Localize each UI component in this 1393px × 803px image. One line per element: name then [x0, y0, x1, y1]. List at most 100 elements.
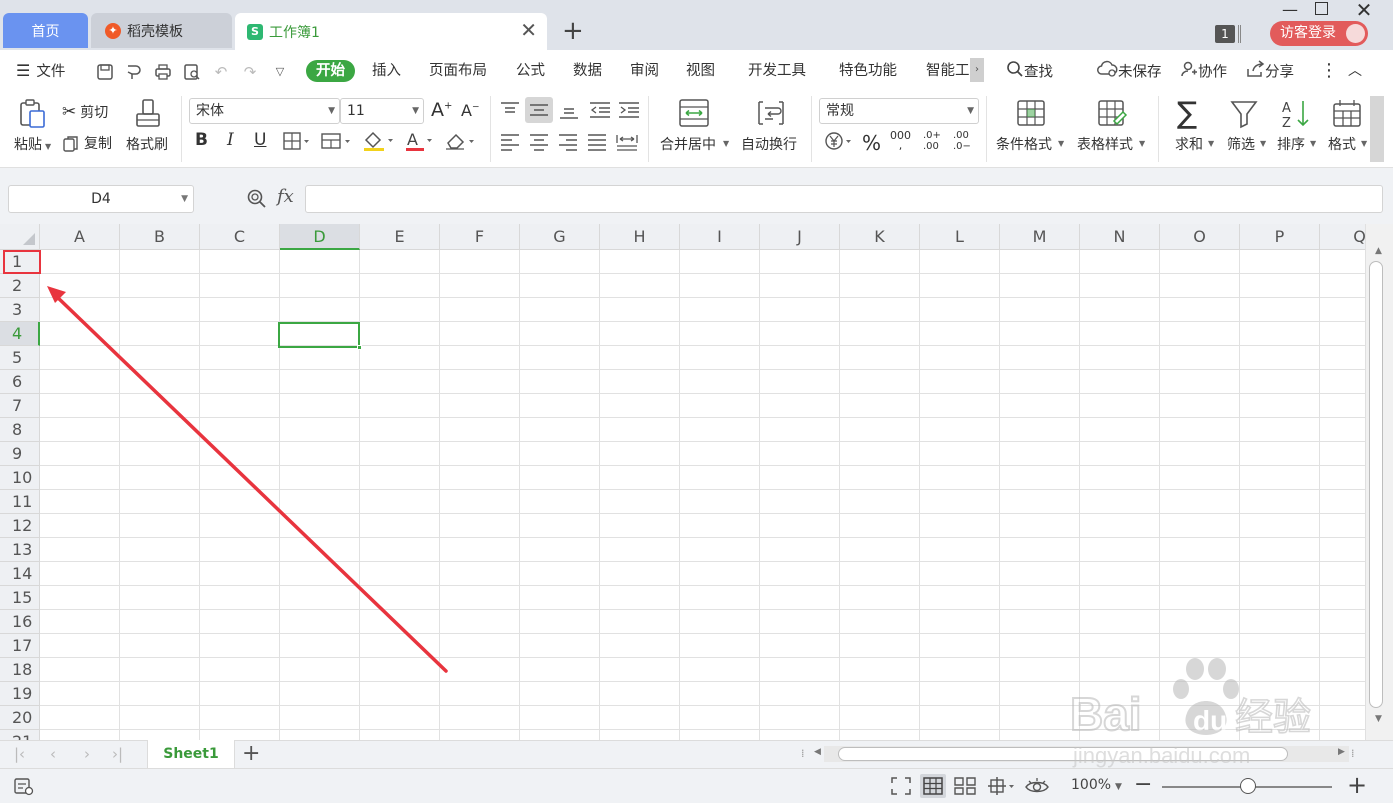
menu-smart-tools[interactable]: 智能工: [926, 60, 970, 82]
percent-format-icon[interactable]: %: [862, 131, 881, 155]
zoom-search-icon[interactable]: [246, 188, 268, 210]
insert-function-icon[interactable]: fx: [277, 186, 294, 207]
menu-formulas[interactable]: 公式: [516, 60, 545, 82]
italic-icon[interactable]: I: [227, 130, 234, 150]
prev-sheet-icon[interactable]: ‹: [50, 745, 56, 763]
decrease-decimal-icon[interactable]: .00.0−: [953, 130, 971, 152]
redo-icon[interactable]: ↷: [240, 62, 260, 82]
zoom-out-icon[interactable]: −: [1134, 772, 1152, 797]
formula-input[interactable]: [305, 185, 1383, 213]
menu-scroll-right-icon[interactable]: ›: [970, 58, 984, 82]
window-count-badge[interactable]: 1: [1215, 25, 1235, 43]
table-style-button[interactable]: 表格样式: [1077, 98, 1133, 154]
menu-view[interactable]: 视图: [686, 60, 715, 82]
decrease-font-icon[interactable]: A−: [461, 101, 480, 120]
scroll-down-icon[interactable]: ▼: [1375, 714, 1382, 724]
name-box[interactable]: D4 ▼: [8, 185, 194, 213]
sum-dropdown-icon[interactable]: ▼: [1208, 139, 1214, 148]
increase-decimal-icon[interactable]: .0+ .00: [923, 130, 941, 152]
font-color-icon[interactable]: A: [404, 130, 436, 152]
sheet-tab-sheet1[interactable]: Sheet1: [147, 740, 235, 768]
first-sheet-icon[interactable]: |‹: [14, 745, 25, 763]
search-menu[interactable]: 查找: [1006, 60, 1053, 82]
scroll-split-icon[interactable]: ⁞: [801, 747, 805, 760]
collaborate-button[interactable]: 协作: [1180, 60, 1227, 82]
align-bottom-icon[interactable]: [558, 100, 580, 120]
sum-button[interactable]: ∑ 求和: [1175, 98, 1203, 154]
vertical-scrollbar[interactable]: ▲ ▼: [1365, 224, 1393, 740]
paste-button[interactable]: 粘贴: [14, 98, 48, 154]
menu-data[interactable]: 数据: [573, 60, 602, 82]
merge-center-button[interactable]: 合并居中: [660, 98, 716, 154]
conditional-format-button[interactable]: 条件格式: [996, 98, 1052, 154]
vertical-scroll-thumb[interactable]: [1369, 261, 1383, 708]
scroll-split-icon[interactable]: ⁞: [1351, 747, 1355, 760]
menu-start[interactable]: 开始: [306, 60, 355, 82]
distributed-align-icon[interactable]: [615, 133, 639, 151]
save-icon[interactable]: [95, 62, 115, 82]
close-tab-icon[interactable]: ✕: [520, 20, 537, 40]
collapse-ribbon-icon[interactable]: ︿: [1348, 60, 1362, 82]
menu-developer[interactable]: 开发工具: [748, 60, 806, 82]
align-middle-icon[interactable]: [525, 97, 553, 123]
align-center-icon[interactable]: [528, 133, 550, 151]
format-painter-button[interactable]: 格式刷: [126, 98, 168, 154]
file-menu[interactable]: ☰ 文件: [16, 60, 65, 82]
menu-special-features[interactable]: 特色功能: [839, 60, 897, 82]
menu-page-layout[interactable]: 页面布局: [429, 60, 487, 82]
page-break-view-icon[interactable]: [953, 776, 979, 800]
scroll-left-icon[interactable]: ◀: [814, 747, 821, 757]
currency-format-icon[interactable]: [824, 131, 856, 151]
underline-icon[interactable]: U: [254, 130, 266, 150]
increase-indent-icon[interactable]: [617, 100, 641, 120]
macro-record-icon[interactable]: [13, 776, 35, 800]
more-options-icon[interactable]: ⋮: [1320, 60, 1338, 82]
conditional-format-dropdown-icon[interactable]: ▼: [1058, 139, 1064, 148]
unsaved-status[interactable]: 未保存: [1096, 60, 1162, 82]
filter-button[interactable]: 筛选: [1227, 98, 1259, 154]
zoom-percentage[interactable]: 100% ▼: [1071, 777, 1122, 793]
next-sheet-icon[interactable]: ›: [84, 745, 90, 763]
scroll-up-icon[interactable]: ▲: [1375, 246, 1382, 256]
merge-dropdown-icon[interactable]: ▼: [723, 139, 729, 148]
ribbon-scroll-right[interactable]: [1370, 96, 1384, 162]
increase-font-icon[interactable]: A+: [431, 99, 452, 121]
align-left-icon[interactable]: [499, 133, 521, 151]
normal-view-icon[interactable]: [920, 774, 946, 798]
copy-button[interactable]: 复制: [62, 133, 112, 153]
filter-dropdown-icon[interactable]: ▼: [1260, 139, 1266, 148]
guest-login-button[interactable]: 访客登录: [1270, 21, 1368, 46]
zoom-in-icon[interactable]: +: [1347, 771, 1367, 799]
sort-button[interactable]: AZ 排序: [1277, 98, 1311, 154]
window-list-icon[interactable]: [1238, 25, 1241, 43]
new-tab-button[interactable]: +: [562, 16, 584, 46]
tab-home[interactable]: 首页: [3, 13, 88, 48]
font-size-select[interactable]: 11 ▼: [340, 98, 424, 124]
menu-review[interactable]: 审阅: [630, 60, 659, 82]
format-convert-icon[interactable]: [124, 62, 144, 82]
paste-dropdown-icon[interactable]: ▼: [45, 142, 51, 151]
thousands-separator-icon[interactable]: 000,: [890, 130, 911, 151]
fill-style-icon[interactable]: [321, 132, 353, 150]
wrap-text-button[interactable]: 自动换行: [741, 98, 797, 154]
borders-icon[interactable]: [283, 132, 311, 150]
fill-color-icon[interactable]: [362, 130, 396, 152]
add-sheet-button[interactable]: +: [242, 741, 260, 767]
format-button[interactable]: 格式: [1328, 98, 1362, 154]
table-style-dropdown-icon[interactable]: ▼: [1139, 139, 1145, 148]
justify-icon[interactable]: [586, 133, 608, 151]
cut-button[interactable]: ✂ 剪切: [62, 102, 108, 122]
menu-insert[interactable]: 插入: [372, 60, 401, 82]
tab-docer-templates[interactable]: ✦ 稻壳模板: [91, 13, 232, 48]
clear-format-icon[interactable]: [444, 132, 478, 150]
print-icon[interactable]: [153, 62, 173, 82]
horizontal-scroll-thumb[interactable]: [838, 747, 1288, 761]
eye-protection-icon[interactable]: [1024, 776, 1050, 800]
font-name-select[interactable]: 宋体 ▼: [189, 98, 340, 124]
undo-icon[interactable]: ↶: [211, 62, 231, 82]
decrease-indent-icon[interactable]: [588, 100, 612, 120]
number-format-select[interactable]: 常规 ▼: [819, 98, 979, 124]
share-button[interactable]: 分享: [1245, 60, 1294, 82]
reading-layout-icon[interactable]: [986, 776, 1020, 800]
tab-workbook[interactable]: S 工作簿1 ✕: [235, 13, 547, 50]
